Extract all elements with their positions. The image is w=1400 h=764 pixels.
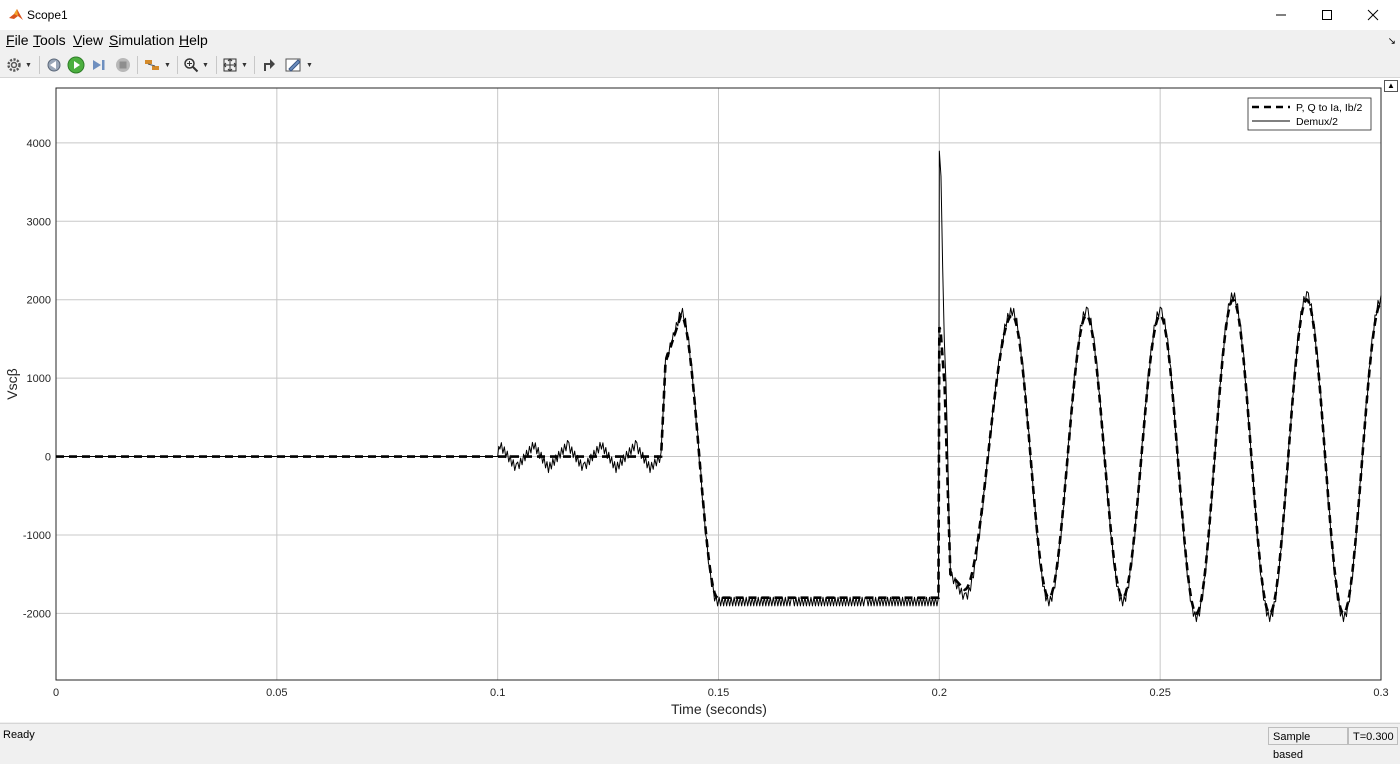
matlab-app-icon	[8, 7, 24, 23]
x-tick-label: 0.15	[708, 687, 729, 699]
stop-button[interactable]	[115, 55, 131, 75]
chart-ticks: 0 0.05 0.1 0.15 0.2 0.25 0.3 -2000 -1000 0 1000 200…	[23, 138, 1389, 699]
highlight-icon	[145, 60, 159, 70]
minimize-button[interactable]	[1258, 0, 1304, 30]
status-bar: Ready Sample based T=0.300	[0, 723, 1400, 761]
x-tick-label: 0.05	[266, 687, 287, 699]
maximize-button[interactable]	[1304, 0, 1350, 30]
legend-entry-2: Demux/2	[1296, 116, 1338, 128]
y-tick-label: -2000	[23, 608, 51, 620]
menu-help[interactable]: Help	[179, 32, 208, 48]
close-button[interactable]	[1350, 0, 1396, 30]
menu-tools[interactable]: Tools	[33, 32, 66, 48]
undock-legend-icon[interactable]: ▲	[1384, 80, 1398, 92]
scope-chart[interactable]: 0 0.05 0.1 0.15 0.2 0.25 0.3 -2000 -1000 0 1000 200…	[0, 78, 1400, 722]
y-tick-label: 1000	[27, 373, 51, 385]
chart-legend[interactable]: P, Q to Ia, Ib/2 Demux/2	[1247, 97, 1372, 131]
zoom-icon	[184, 58, 199, 73]
menu-file[interactable]: File	[6, 32, 29, 48]
style-icon	[285, 58, 301, 72]
x-axis-label: Time (seconds)	[671, 701, 767, 717]
legend-entry-1: P, Q to Ia, Ib/2	[1296, 102, 1363, 114]
x-tick-label: 0.3	[1373, 687, 1388, 699]
status-time-text: T=0.300	[1348, 727, 1398, 745]
y-tick-label: -1000	[23, 530, 51, 542]
highlight-button[interactable]: ▼	[143, 55, 171, 75]
menu-view[interactable]: View	[73, 32, 103, 48]
step-back-icon	[47, 58, 61, 72]
settings-icon	[7, 58, 21, 72]
x-tick-label: 0.2	[932, 687, 947, 699]
chart-grid	[55, 88, 1382, 680]
fit-to-view-button[interactable]: ▼	[222, 55, 248, 75]
fit-to-view-icon	[223, 58, 237, 72]
x-tick-label: 0	[53, 687, 59, 699]
y-axis-label: Vscβ	[4, 368, 20, 399]
menu-simulation[interactable]: Simulation	[109, 32, 174, 48]
style-button[interactable]: ▼	[285, 55, 313, 75]
menu-bar: File Tools View Simulation Help ↘	[0, 30, 1400, 51]
x-tick-label: 0.25	[1149, 687, 1170, 699]
plot-panel: ▲ 0 0.05 0.1 0.15 0.2 0.25 0.3 -2000 -1000 0 1000 2…	[0, 78, 1400, 722]
run-icon	[67, 56, 85, 74]
cursor-measure-icon	[264, 59, 275, 71]
step-forward-icon	[93, 60, 105, 70]
cursor-measure-button[interactable]	[261, 55, 277, 75]
window-title: Scope1	[27, 8, 68, 22]
y-tick-label: 0	[45, 452, 51, 464]
status-mode-text: Sample based	[1268, 727, 1348, 761]
title-bar: Scope1	[0, 0, 1400, 30]
x-tick-label: 0.1	[490, 687, 505, 699]
dock-arrow-icon[interactable]: ↘	[1388, 36, 1396, 47]
status-ready-text: Ready	[3, 729, 35, 741]
step-forward-button[interactable]	[91, 55, 107, 75]
stop-icon	[116, 58, 130, 72]
settings-button[interactable]: ▼	[6, 55, 32, 75]
y-tick-label: 3000	[27, 216, 51, 228]
step-back-button[interactable]	[45, 55, 61, 75]
run-button[interactable]	[67, 55, 85, 75]
y-tick-label: 2000	[27, 295, 51, 307]
zoom-button[interactable]: ▼	[183, 55, 209, 75]
toolbar: ▼ ▼ ▼ ▼ ▼	[0, 52, 1400, 78]
y-tick-label: 4000	[27, 138, 51, 150]
